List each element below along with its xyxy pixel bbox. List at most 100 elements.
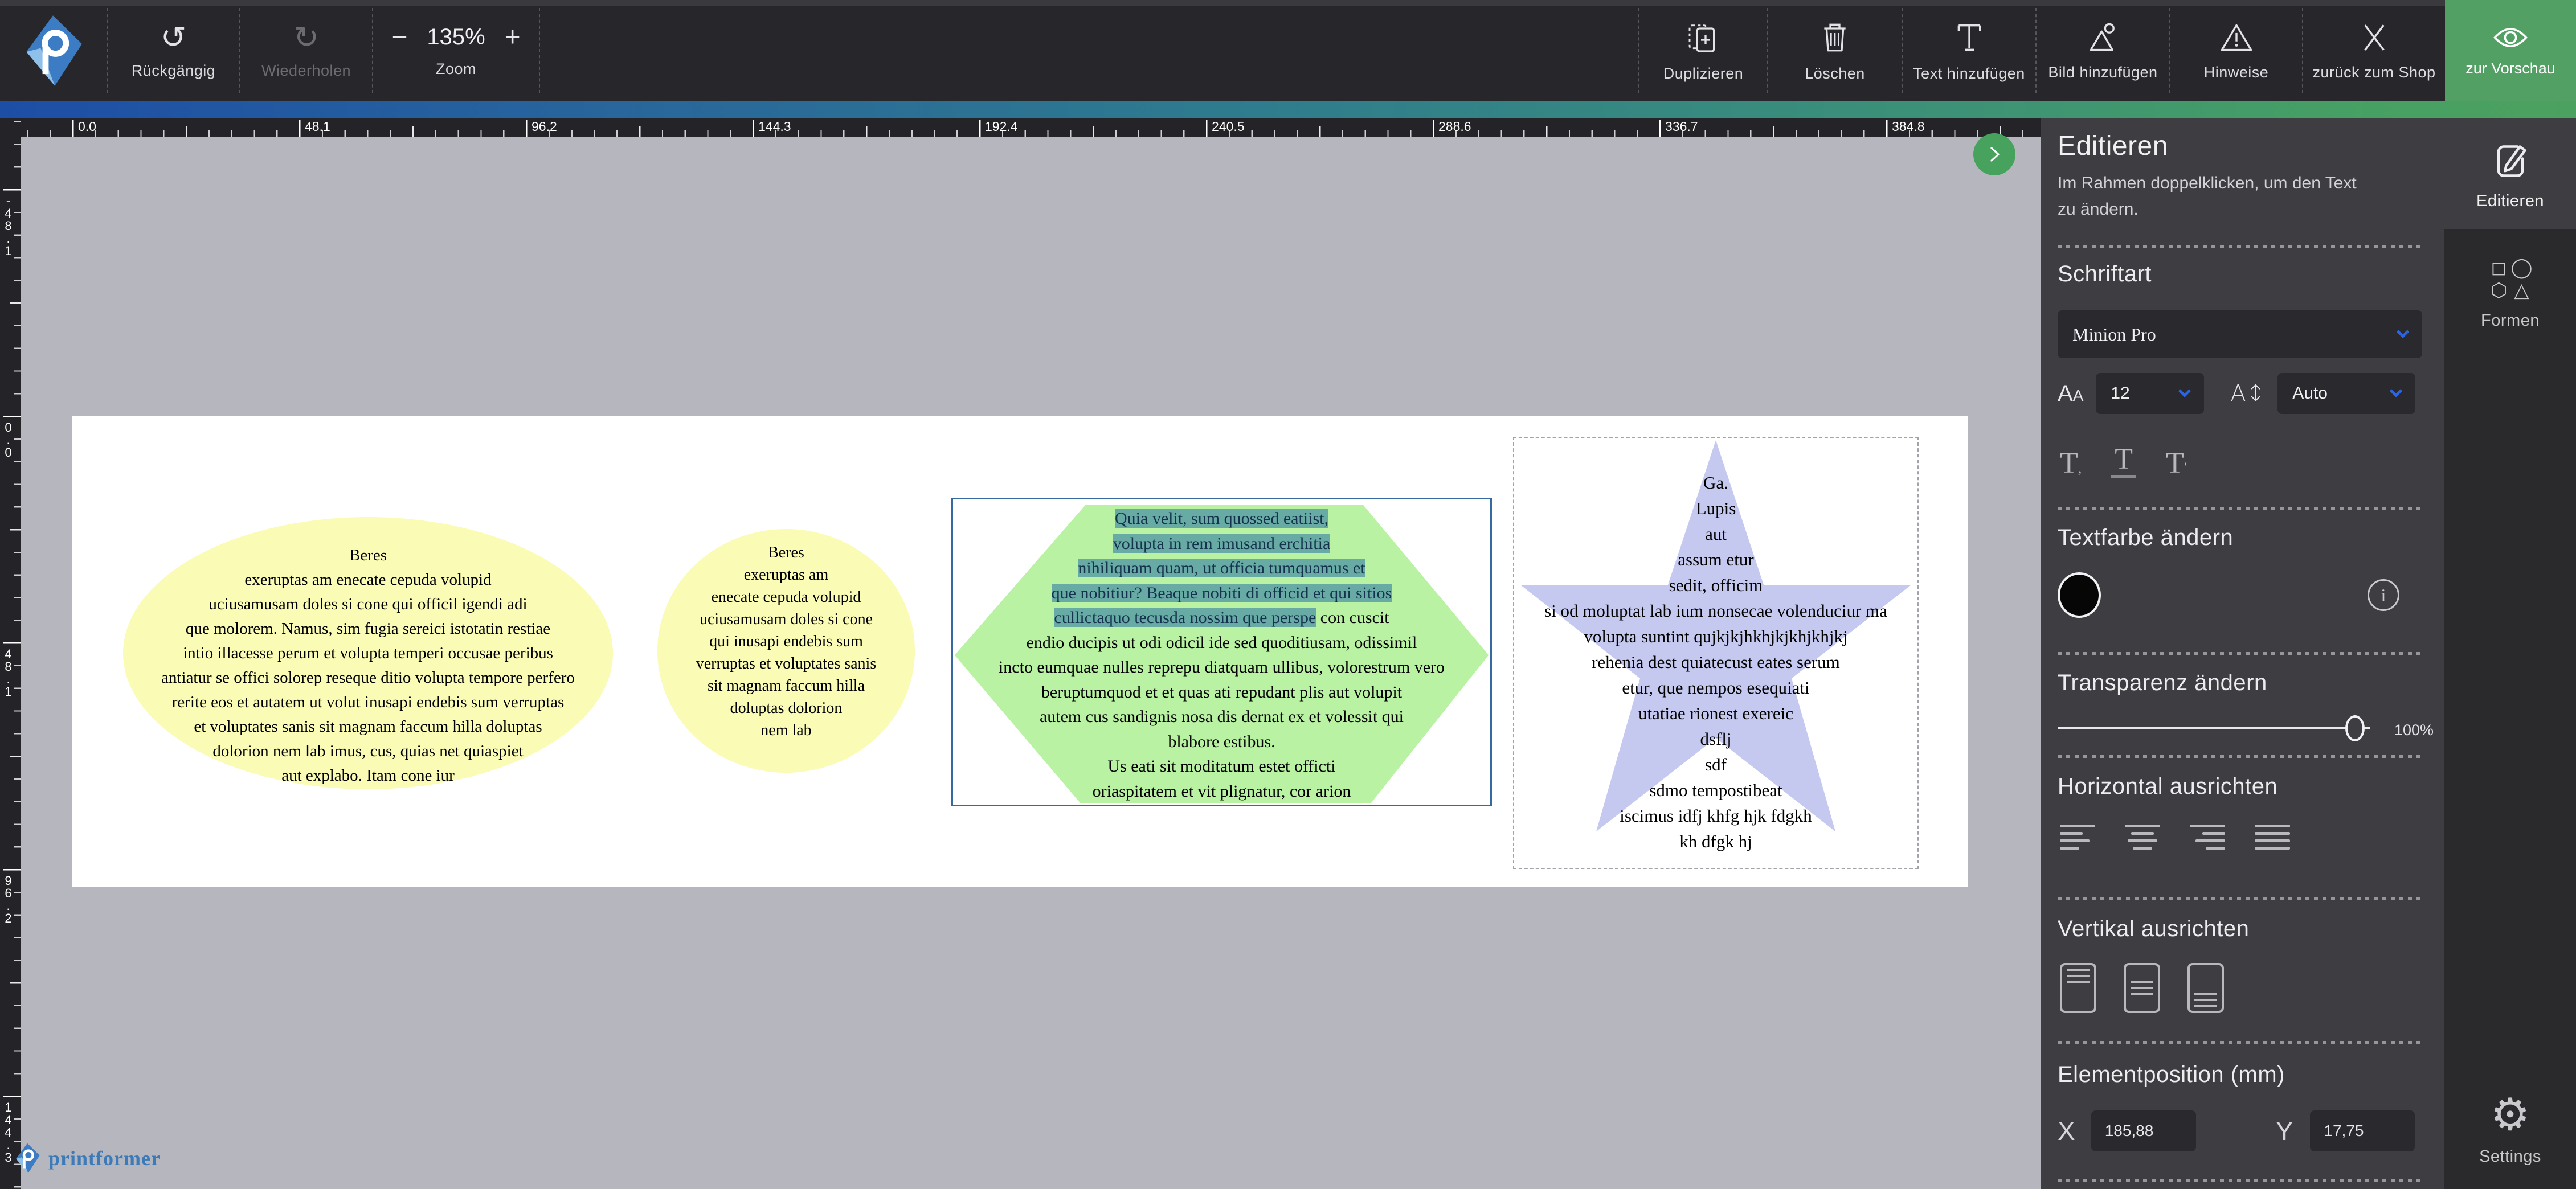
position-y-input[interactable] bbox=[2310, 1110, 2415, 1151]
back-to-shop-button[interactable]: zurück zum Shop bbox=[2302, 8, 2445, 93]
transparency-heading: Transparenz ändern bbox=[2058, 670, 2267, 696]
vertical-align-row bbox=[2060, 963, 2224, 1013]
hexagon-selection-frame[interactable]: Quia velit, sum quossed eatiist, volupta… bbox=[951, 498, 1492, 806]
font-family-select[interactable]: Minion Pro bbox=[2058, 310, 2422, 358]
horizontal-ruler: 0.0 48.1 96.2 144.3 192.4 240.5 288.6 33… bbox=[21, 118, 2041, 137]
undo-button[interactable]: ↺ Rückgängig bbox=[107, 8, 239, 93]
delete-button[interactable]: Löschen bbox=[1767, 8, 1902, 93]
position-heading: Elementposition (mm) bbox=[2058, 1062, 2285, 1088]
printformer-editor: ↺ Rückgängig ↻ Wiederholen − 135% + Zoom… bbox=[0, 0, 2576, 1189]
divider bbox=[2058, 245, 2422, 248]
main-toolbar: ↺ Rückgängig ↻ Wiederholen − 135% + Zoom… bbox=[0, 0, 2576, 101]
shapes-icon: ◻◯⬡△ bbox=[2488, 257, 2533, 301]
divider bbox=[2058, 507, 2422, 510]
design-canvas[interactable]: Beres exeruptas am enecate cepuda volupi… bbox=[21, 137, 2041, 1189]
vertical-ruler: -48.1 0.0 48.1 96.2 144.3 bbox=[0, 118, 21, 1189]
panel-tab-rail: Editieren ◻◯⬡△ Formen ⚙ Settings bbox=[2444, 118, 2576, 1189]
tab-rail-background bbox=[2444, 229, 2576, 1189]
slider-knob[interactable] bbox=[2345, 715, 2365, 741]
font-size-icon: AA bbox=[2058, 381, 2083, 407]
text-superscript-button[interactable]: T′ bbox=[2166, 449, 2187, 478]
valign-middle-button[interactable] bbox=[2124, 963, 2160, 1013]
redo-button[interactable]: ↻ Wiederholen bbox=[239, 8, 372, 93]
duplicate-button[interactable]: Duplizieren bbox=[1638, 8, 1767, 93]
ruler-label: 336.7 bbox=[1665, 119, 1698, 134]
edit-pencil-icon bbox=[2492, 141, 2529, 182]
ruler-label: 48.1 bbox=[305, 119, 330, 134]
chevron-down-icon bbox=[2390, 384, 2403, 397]
gear-icon: ⚙ bbox=[2491, 1093, 2530, 1137]
add-text-button[interactable]: Text hinzufügen bbox=[1902, 8, 2035, 93]
star-text: Ga. Lupis aut assum etur sedit, officim … bbox=[1514, 438, 1917, 868]
close-icon bbox=[2358, 20, 2390, 55]
panel-title: Editieren bbox=[2058, 130, 2168, 162]
zoom-in-button[interactable]: + bbox=[505, 24, 521, 51]
star-selection-frame[interactable]: Ga. Lupis aut assum etur sedit, officim … bbox=[1513, 437, 1919, 869]
ruler-label: 144.3 bbox=[2, 1100, 14, 1163]
line-height-icon: A↕ bbox=[2230, 380, 2265, 407]
info-icon[interactable]: i bbox=[2368, 579, 2399, 611]
ruler-label: 240.5 bbox=[1212, 119, 1245, 134]
slider-track[interactable] bbox=[2058, 727, 2370, 729]
transparency-slider-row: 100% bbox=[2058, 711, 2434, 745]
horizontal-align-heading: Horizontal ausrichten bbox=[2058, 774, 2277, 800]
ruler-label: 48.1 bbox=[2, 647, 14, 697]
font-size-select[interactable]: 12 bbox=[2096, 373, 2204, 414]
color-swatch-black[interactable] bbox=[2058, 572, 2101, 618]
tab-edit[interactable]: Editieren bbox=[2444, 141, 2576, 211]
ruler-label: -48.1 bbox=[2, 194, 14, 256]
text-style-row: T, T T′ bbox=[2060, 433, 2187, 478]
preview-button[interactable]: zur Vorschau bbox=[2445, 0, 2576, 101]
line-height-select[interactable]: Auto bbox=[2277, 373, 2415, 414]
horizontal-align-row bbox=[2060, 825, 2290, 850]
next-page-button[interactable] bbox=[1973, 133, 2015, 175]
font-section-heading: Schriftart bbox=[2058, 261, 2152, 287]
y-axis-icon: Y bbox=[2276, 1116, 2293, 1146]
tab-shapes[interactable]: ◻◯⬡△ Formen bbox=[2444, 257, 2576, 330]
transparency-value: 100% bbox=[2394, 721, 2434, 739]
divider bbox=[2058, 652, 2422, 655]
position-x-input[interactable] bbox=[2091, 1110, 2196, 1151]
accent-gradient-bar bbox=[0, 101, 2576, 118]
hexagon-text: Quia velit, sum quossed eatiist, volupta… bbox=[953, 499, 1490, 805]
ellipse-text: Beres exeruptas am enecate cepuda volupi… bbox=[123, 517, 613, 788]
align-right-button[interactable] bbox=[2190, 825, 2225, 850]
align-justify-button[interactable] bbox=[2255, 825, 2290, 850]
add-image-button[interactable]: Bild hinzufügen bbox=[2035, 8, 2169, 93]
brand-wordmark: printformer bbox=[48, 1146, 161, 1170]
logo-diamond-icon bbox=[22, 14, 84, 88]
ellipse-text-shape-large[interactable]: Beres exeruptas am enecate cepuda volupi… bbox=[123, 517, 613, 789]
font-size-row: AA 12 A↕ Auto bbox=[2058, 373, 2422, 414]
ruler-label: 96.2 bbox=[2, 874, 14, 924]
zoom-out-button[interactable]: − bbox=[391, 24, 407, 51]
text-subscript-button[interactable]: T, bbox=[2060, 449, 2082, 478]
element-position-row: X Y bbox=[2058, 1110, 2422, 1151]
text-icon bbox=[1952, 19, 1986, 56]
divider bbox=[2058, 1179, 2422, 1182]
ruler-label: 288.6 bbox=[1438, 119, 1471, 134]
text-color-row: i bbox=[2058, 572, 2422, 618]
valign-bottom-button[interactable] bbox=[2187, 963, 2224, 1013]
valign-top-button[interactable] bbox=[2060, 963, 2096, 1013]
tab-settings[interactable]: ⚙ Settings bbox=[2444, 1093, 2576, 1166]
eye-icon bbox=[2492, 24, 2529, 51]
ruler-label: 96.2 bbox=[531, 119, 557, 134]
ellipse-text-shape-small[interactable]: Beres exeruptas am enecate cepuda volupi… bbox=[657, 529, 915, 773]
align-center-button[interactable] bbox=[2125, 825, 2160, 850]
text-baseline-button[interactable]: T bbox=[2111, 445, 2136, 478]
ruler-label: 0.0 bbox=[2, 420, 14, 458]
warning-icon bbox=[2219, 20, 2254, 55]
align-left-button[interactable] bbox=[2060, 825, 2095, 850]
ruler-label: 192.4 bbox=[985, 119, 1018, 134]
zoom-value: 135% bbox=[427, 24, 485, 50]
vertical-align-heading: Vertikal ausrichten bbox=[2058, 916, 2249, 942]
chevron-right-icon bbox=[1983, 143, 2006, 166]
hints-button[interactable]: Hinweise bbox=[2169, 8, 2302, 93]
unselected-text: con cuscit endio ducipis ut odi odicil i… bbox=[999, 608, 1445, 801]
printformer-footer-brand: printformer bbox=[14, 1142, 161, 1174]
text-color-heading: Textfarbe ändern bbox=[2058, 525, 2233, 551]
edit-panel: Editieren Im Rahmen doppelklicken, um de… bbox=[2041, 118, 2444, 1189]
ruler-label: 384.8 bbox=[1892, 119, 1925, 134]
ruler-label: 144.3 bbox=[758, 119, 791, 134]
redo-icon: ↻ bbox=[293, 22, 319, 53]
